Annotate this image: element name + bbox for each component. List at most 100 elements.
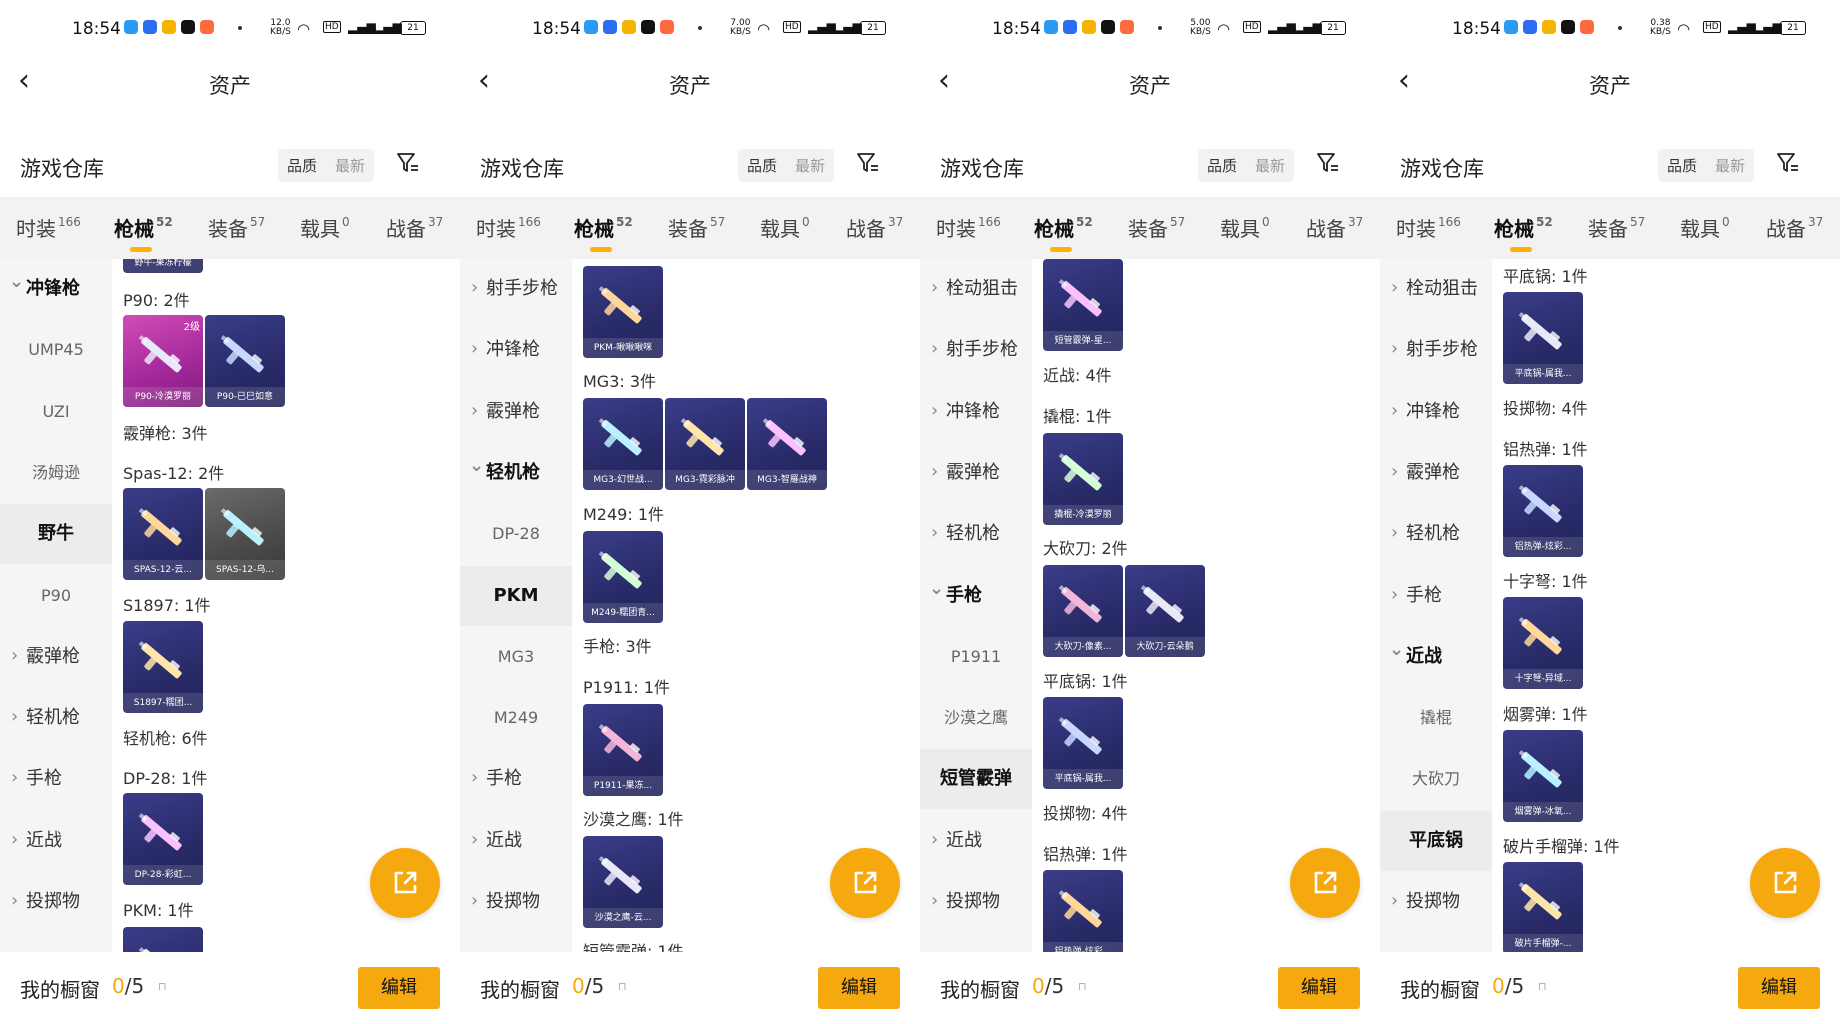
item-card[interactable]: 大砍刀-云朵鹅 <box>1125 565 1205 657</box>
tab-4[interactable]: 战备 37 <box>846 213 903 242</box>
item-card[interactable]: DP-28-彩虹... <box>123 793 203 885</box>
item-card[interactable]: SPAS-12-乌... <box>205 488 285 580</box>
item-card[interactable]: 铝热弹-炫彩... <box>1043 870 1123 952</box>
sidebar-item[interactable]: 手枪 <box>460 748 572 809</box>
sidebar-item[interactable]: 撬棍 <box>1380 688 1492 748</box>
item-card[interactable]: 2级 P90-冷漠罗丽 <box>123 315 203 407</box>
sidebar-item[interactable]: 冲锋枪 <box>1380 381 1492 442</box>
tab-1[interactable]: 枪械 52 <box>1034 213 1093 252</box>
sidebar-item[interactable]: P90 <box>0 566 112 626</box>
item-card[interactable]: S1897-糯团... <box>123 621 203 713</box>
sidebar-item[interactable]: 轻机枪 <box>920 503 1032 564</box>
edit-button[interactable]: 编辑 <box>1278 967 1360 1009</box>
sidebar-item[interactable]: 投掷物 <box>460 871 572 932</box>
sidebar-item[interactable]: 冲锋枪 <box>0 252 112 319</box>
share-button[interactable] <box>830 848 900 918</box>
item-card[interactable]: 野牛-果冻柠檬 <box>123 259 203 273</box>
sidebar-item[interactable]: 投掷物 <box>1380 871 1492 932</box>
sidebar-item[interactable]: 手枪 <box>1380 565 1492 626</box>
sort-latest-button[interactable]: 最新 <box>786 149 834 182</box>
item-card[interactable]: M249-糯团青... <box>583 531 663 623</box>
tab-4[interactable]: 战备 37 <box>1306 213 1363 242</box>
sidebar-item[interactable]: 轻机枪 <box>1380 503 1492 564</box>
item-card[interactable] <box>123 927 203 952</box>
sort-quality-button[interactable]: 品质 <box>1198 149 1246 182</box>
filter-icon[interactable] <box>1316 151 1340 175</box>
item-card[interactable]: 平底锅-属我... <box>1503 292 1583 384</box>
sidebar-item[interactable]: 手枪 <box>0 748 112 809</box>
edit-button[interactable]: 编辑 <box>818 967 900 1009</box>
item-card[interactable]: 破片手榴弹-... <box>1503 862 1583 952</box>
sidebar-item[interactable]: 射手步枪 <box>460 258 572 319</box>
sidebar-item[interactable]: 投掷物 <box>920 871 1032 932</box>
item-card[interactable]: MG3-霓彩脉冲 <box>665 398 745 490</box>
item-card[interactable]: MG3-智羅战神 <box>747 398 827 490</box>
tab-3[interactable]: 载具 0 <box>1220 213 1270 242</box>
sidebar-item[interactable]: 近战 <box>920 810 1032 871</box>
tab-0[interactable]: 时装 166 <box>16 213 81 242</box>
sidebar-item[interactable]: 平底锅 <box>1380 810 1492 871</box>
sidebar-item[interactable]: 沙漠之鹰 <box>920 688 1032 748</box>
item-card[interactable]: 大砍刀-像素... <box>1043 565 1123 657</box>
share-button[interactable] <box>370 848 440 918</box>
item-card[interactable]: SPAS-12-云... <box>123 488 203 580</box>
sidebar-item[interactable]: 汤姆逊 <box>0 443 112 503</box>
sidebar-item[interactable]: PKM <box>460 565 572 626</box>
tab-1[interactable]: 枪械 52 <box>114 213 173 252</box>
tab-2[interactable]: 装备 57 <box>1588 213 1645 242</box>
sidebar-item[interactable]: 栓动狙击 <box>920 258 1032 319</box>
edit-button[interactable]: 编辑 <box>1738 967 1820 1009</box>
tab-4[interactable]: 战备 37 <box>1766 213 1823 242</box>
sidebar-item[interactable]: 冲锋枪 <box>460 319 572 380</box>
share-button[interactable] <box>1750 848 1820 918</box>
item-card[interactable]: 短管霰弹-星... <box>1043 259 1123 351</box>
sidebar-item[interactable]: 短管霰弹 <box>920 749 1032 810</box>
sidebar-item[interactable]: 霰弹枪 <box>920 442 1032 503</box>
sidebar-item[interactable]: 霰弹枪 <box>460 381 572 442</box>
tab-3[interactable]: 载具 0 <box>1680 213 1730 242</box>
tab-3[interactable]: 载具 0 <box>760 213 810 242</box>
sidebar-item[interactable]: DP-28 <box>460 504 572 564</box>
sidebar-item[interactable]: 射手步枪 <box>920 319 1032 380</box>
item-card[interactable]: PKM-啾啾啾咪 <box>583 266 663 358</box>
sidebar-item[interactable]: 近战 <box>1380 620 1492 687</box>
sidebar-item[interactable]: 冲锋枪 <box>920 381 1032 442</box>
edit-button[interactable]: 编辑 <box>358 967 440 1009</box>
sidebar-item[interactable]: 射手步枪 <box>1380 319 1492 380</box>
tab-2[interactable]: 装备 57 <box>668 213 725 242</box>
sidebar-item[interactable]: 大砍刀 <box>1380 749 1492 809</box>
sidebar-item[interactable]: MG3 <box>460 627 572 687</box>
item-card[interactable]: 平底锅-属我... <box>1043 697 1123 789</box>
tab-0[interactable]: 时装 166 <box>936 213 1001 242</box>
tab-1[interactable]: 枪械 52 <box>574 213 633 252</box>
sidebar-item[interactable]: 轻机枪 <box>0 687 112 748</box>
tab-3[interactable]: 载具 0 <box>300 213 350 242</box>
sort-quality-button[interactable]: 品质 <box>1658 149 1706 182</box>
tab-4[interactable]: 战备 37 <box>386 213 443 242</box>
sidebar-item[interactable]: 野牛 <box>0 504 112 565</box>
sidebar-item[interactable]: 手枪 <box>920 559 1032 626</box>
item-card[interactable]: P90-已巳如意 <box>205 315 285 407</box>
sidebar-item[interactable]: 投掷物 <box>0 871 112 932</box>
item-card[interactable]: 沙漠之鹰-云... <box>583 836 663 928</box>
item-card[interactable]: 烟雾弹-冰氧... <box>1503 730 1583 822</box>
filter-icon[interactable] <box>1776 151 1800 175</box>
sidebar-item[interactable]: 轻机枪 <box>460 436 572 503</box>
sidebar-item[interactable]: M249 <box>460 688 572 748</box>
share-button[interactable] <box>1290 848 1360 918</box>
sort-latest-button[interactable]: 最新 <box>1246 149 1294 182</box>
sidebar-item[interactable]: 栓动狙击 <box>1380 258 1492 319</box>
filter-icon[interactable] <box>856 151 880 175</box>
sidebar-item[interactable]: UMP45 <box>0 320 112 380</box>
sort-latest-button[interactable]: 最新 <box>326 149 374 182</box>
tab-2[interactable]: 装备 57 <box>208 213 265 242</box>
sidebar-item[interactable]: UZI <box>0 382 112 442</box>
item-card[interactable]: 铝热弹-炫彩... <box>1503 465 1583 557</box>
item-card[interactable]: 十字弩-异域... <box>1503 597 1583 689</box>
tab-2[interactable]: 装备 57 <box>1128 213 1185 242</box>
item-card[interactable]: MG3-幻世战... <box>583 398 663 490</box>
sidebar-item[interactable]: 近战 <box>460 810 572 871</box>
sidebar-item[interactable]: P1911 <box>920 627 1032 687</box>
item-card[interactable]: P1911-果冻... <box>583 704 663 796</box>
sidebar-item[interactable]: 霰弹枪 <box>1380 442 1492 503</box>
